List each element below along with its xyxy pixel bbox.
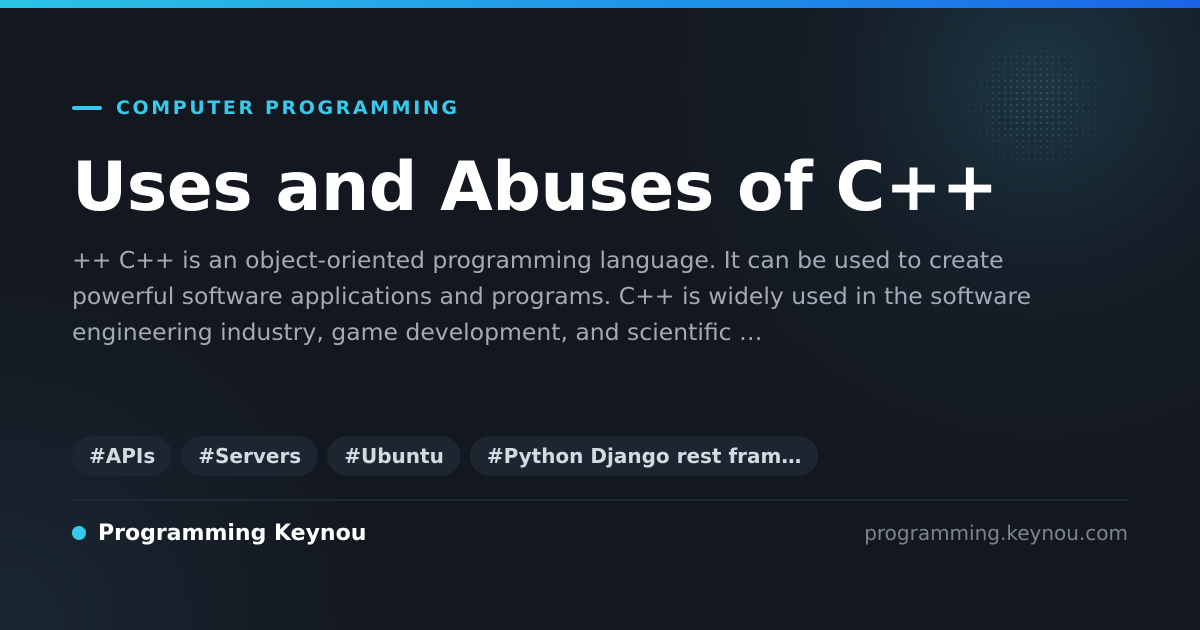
tag-list: #APIs #Servers #Ubuntu #Python Django re…	[72, 436, 819, 476]
article-description: ++ C++ is an object-oriented programming…	[72, 246, 1032, 346]
category-header: COMPUTER PROGRAMMING	[72, 96, 460, 120]
social-card: COMPUTER PROGRAMMING Uses and Abuses of …	[0, 0, 1200, 630]
footer-divider	[72, 499, 1129, 501]
tag-servers[interactable]: #Servers	[181, 436, 319, 476]
article-title: Uses and Abuses of C++	[72, 148, 998, 227]
category-label: COMPUTER PROGRAMMING	[116, 97, 460, 119]
brand: Programming Keynou	[72, 518, 366, 548]
accent-line-icon	[72, 106, 102, 110]
tag-python-django[interactable]: #Python Django rest fram…	[469, 436, 819, 476]
tag-apis[interactable]: #APIs	[72, 436, 173, 476]
site-domain: programming.keynou.com	[864, 521, 1128, 545]
brand-name: Programming Keynou	[98, 520, 367, 546]
dot-icon	[72, 526, 86, 540]
top-accent-bar	[0, 0, 1200, 8]
tag-ubuntu[interactable]: #Ubuntu	[327, 436, 461, 476]
